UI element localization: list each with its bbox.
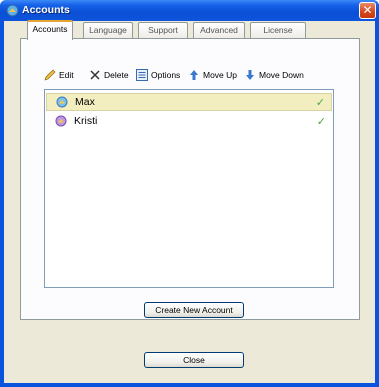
delete-label: Delete — [104, 70, 129, 80]
checkmark-icon: ✓ — [316, 115, 326, 128]
list-item[interactable]: Max ✓ — [46, 93, 332, 111]
delete-x-icon — [90, 70, 100, 80]
pencil-icon — [44, 69, 56, 81]
tab-language[interactable]: Language — [83, 22, 133, 39]
title-bar[interactable]: Accounts ✕ — [0, 0, 379, 21]
window-close-button[interactable]: ✕ — [359, 2, 376, 19]
create-new-account-button[interactable]: Create New Account — [144, 302, 244, 318]
options-list-icon — [136, 69, 148, 81]
account-name: Max — [75, 96, 95, 108]
list-item[interactable]: Kristi ✓ — [46, 112, 332, 130]
accounts-list[interactable]: Max ✓ Kristi ✓ — [44, 89, 334, 288]
move-down-button[interactable]: Move Down — [244, 68, 304, 82]
delete-button[interactable]: Delete — [89, 68, 129, 82]
accounts-app-icon — [6, 4, 19, 17]
options-label: Options — [151, 70, 181, 80]
move-up-button[interactable]: Move Up — [188, 68, 237, 82]
account-icon — [56, 96, 68, 108]
edit-button[interactable]: Edit — [44, 68, 74, 82]
options-button[interactable]: Options — [136, 68, 180, 82]
arrow-up-icon — [190, 70, 198, 80]
account-icon — [55, 115, 67, 127]
account-name: Kristi — [74, 115, 98, 127]
tab-accounts[interactable]: Accounts — [27, 20, 73, 40]
tab-support[interactable]: Support — [138, 22, 188, 39]
move-up-label: Move Up — [203, 70, 238, 80]
edit-label: Edit — [59, 70, 74, 80]
tab-advanced[interactable]: Advanced — [193, 22, 245, 39]
accounts-window: Accounts ✕ Accounts Language Support Adv… — [0, 0, 379, 387]
arrow-down-icon — [246, 70, 254, 80]
move-down-label: Move Down — [259, 70, 304, 80]
checkmark-icon: ✓ — [315, 96, 325, 109]
close-button[interactable]: Close — [144, 352, 244, 368]
window-title: Accounts — [22, 4, 70, 16]
tab-license[interactable]: License — [250, 22, 306, 39]
